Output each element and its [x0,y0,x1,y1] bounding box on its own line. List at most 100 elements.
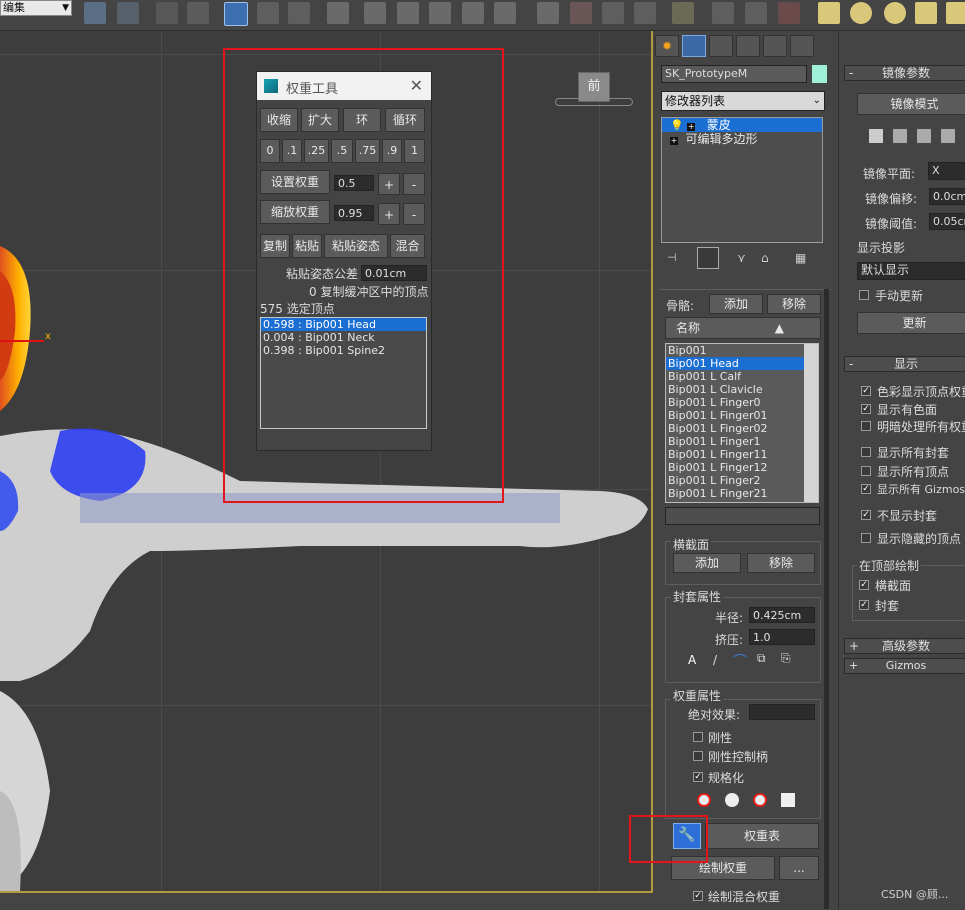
stack-item-editable-poly[interactable]: + 可编辑多边形 [662,132,822,146]
update-button[interactable]: 更新 [857,312,965,334]
bone-filter-field[interactable] [665,507,820,525]
material-editor-icon[interactable] [327,2,349,24]
squash-spinner[interactable]: 1.0 [749,629,815,645]
set-weight-minus-button[interactable]: - [403,173,425,195]
radius-spinner[interactable]: 0.425cm [749,607,815,623]
mirror-params-header[interactable]: - 镜像参数 [844,65,965,81]
object-color-swatch[interactable] [812,65,827,83]
list-item[interactable]: 0.004 : Bip001 Neck [261,331,426,344]
display-checkbox-4[interactable] [861,466,871,476]
preset-0.1-button[interactable]: .1 [282,139,302,163]
schematic-view-icon[interactable] [288,2,310,24]
rigid-handles-checkbox[interactable] [693,751,703,761]
batch-render-icon[interactable] [634,2,656,24]
rendered-frame-icon[interactable] [397,2,419,24]
preset-0-button[interactable]: 0 [260,139,280,163]
bone-list[interactable]: Bip001 Bip001 Head Bip001 L Calf Bip001 … [665,343,819,503]
set-weight-button[interactable]: 设置权重 [260,170,330,194]
selection-set-dropdown[interactable]: 编集 ▼ [0,0,72,16]
paste-tolerance-spinner[interactable]: 0.01cm [361,265,427,281]
list-item[interactable]: Bip001 L Calf [666,370,818,383]
manual-update-checkbox[interactable] [859,290,869,300]
object-name-field[interactable]: SK_PrototypeM [661,65,807,83]
viewcube-ring[interactable] [555,98,633,106]
mirror-plane-dropdown[interactable]: X [928,162,965,180]
display-checkbox-5[interactable]: ✓ [861,484,871,494]
vertex-weight-list[interactable]: 0.598 : Bip001 Head 0.004 : Bip001 Neck … [260,317,427,429]
loop-button[interactable]: 循环 [385,108,425,132]
name-sort-header[interactable]: 名称 ▲ [665,317,821,339]
list-item[interactable]: Bip001 L Clavicle [666,383,818,396]
list-item[interactable]: Bip001 L Finger11 [666,448,818,461]
paint-options-button[interactable]: ... [779,856,819,880]
lightbulb-icon[interactable]: 💡 [670,119,684,132]
teapot-icon[interactable] [915,2,937,24]
scale-weight-minus-button[interactable]: - [403,203,425,225]
list-item[interactable]: Bip001 [666,344,818,357]
draw-cross-sections-checkbox[interactable]: ✓ [859,580,869,590]
mirror-mode-button[interactable]: 镜像模式 [857,93,965,115]
normalize-checkbox[interactable]: ✓ [693,772,703,782]
list-item[interactable]: Bip001 L Finger2 [666,474,818,487]
mirror-offset-spinner[interactable]: 0.0cm [929,188,965,205]
bone-list-scrollbar[interactable] [804,344,818,502]
list-item[interactable]: Bip001 L Finger0 [666,396,818,409]
command-panel-scrollbar[interactable] [824,289,829,909]
film-icon[interactable] [778,2,800,24]
display-checkbox-6[interactable]: ✓ [861,510,871,520]
preset-0.25-button[interactable]: .25 [304,139,329,163]
copy-button[interactable]: 复制 [260,234,290,258]
mirror-paste-icon[interactable] [869,129,883,143]
render-setup-icon[interactable] [364,2,386,24]
expand-icon[interactable]: + [670,137,678,145]
align-icon[interactable] [117,2,139,24]
utilities-tab[interactable] [790,35,814,57]
ribbon-icon[interactable] [224,2,248,26]
sound-icon[interactable] [745,2,767,24]
list-item[interactable]: 0.398 : Bip001 Spine2 [261,344,426,357]
advanced-params-header[interactable]: + 高级参数 [844,638,965,654]
layer-icon[interactable] [156,2,178,24]
shrink-button[interactable]: 收缩 [260,108,298,132]
display-checkbox-7[interactable] [861,533,871,543]
list-item[interactable]: Bip001 L Finger1 [666,435,818,448]
envelope-visible-icon[interactable]: ⌒ [733,651,747,671]
hierarchy-tab[interactable] [709,35,733,57]
render-elements-icon[interactable] [602,2,624,24]
preset-0.5-button[interactable]: .5 [331,139,353,163]
scene-explorer-icon[interactable] [187,2,209,24]
create-tab[interactable]: ✹ [655,35,679,57]
expand-icon[interactable]: + [687,123,696,131]
modifier-list-dropdown[interactable]: 修改器列表 ⌄ [661,91,825,111]
axis-gizmo[interactable] [0,340,44,342]
draw-envelopes-checkbox[interactable]: ✓ [859,600,869,610]
render-window-icon[interactable] [494,2,516,24]
modify-tab[interactable] [682,35,706,57]
select-excluded-icon[interactable] [753,793,767,807]
remove-cross-section-button[interactable]: 移除 [747,553,815,573]
show-end-result-icon[interactable] [697,247,719,269]
display-header[interactable]: - 显示 [844,356,965,372]
curve-editor-icon[interactable] [257,2,279,24]
gizmos-header[interactable]: + Gizmos [844,658,965,674]
display-checkbox-2[interactable] [861,421,871,431]
preset-1-button[interactable]: 1 [404,139,425,163]
remove-bone-button[interactable]: 移除 [767,294,821,314]
list-item[interactable]: 0.598 : Bip001 Head [261,318,426,331]
list-item[interactable]: Bip001 L Finger01 [666,409,818,422]
set-weight-plus-button[interactable]: + [378,173,400,195]
paste-pose-button[interactable]: 粘贴姿态 [324,234,388,258]
scale-weight-spinner[interactable]: 0.95 [334,205,374,221]
grow-button[interactable]: 扩大 [301,108,339,132]
mirror-threshold-spinner[interactable]: 0.05cm [929,213,965,230]
display-tab[interactable] [763,35,787,57]
configure-sets-icon[interactable]: ▦ [795,251,811,267]
blend-button[interactable]: 混合 [390,234,425,258]
rigid-checkbox[interactable] [693,732,703,742]
scale-weight-button[interactable]: 缩放权重 [260,200,330,224]
copy-envelope-icon[interactable]: ⧉ [757,651,766,666]
exclude-verts-icon[interactable] [697,793,711,807]
display-checkbox-1[interactable]: ✓ [861,404,871,414]
absolute-effect-spinner[interactable] [749,704,815,720]
add-cross-section-button[interactable]: 添加 [673,553,741,573]
